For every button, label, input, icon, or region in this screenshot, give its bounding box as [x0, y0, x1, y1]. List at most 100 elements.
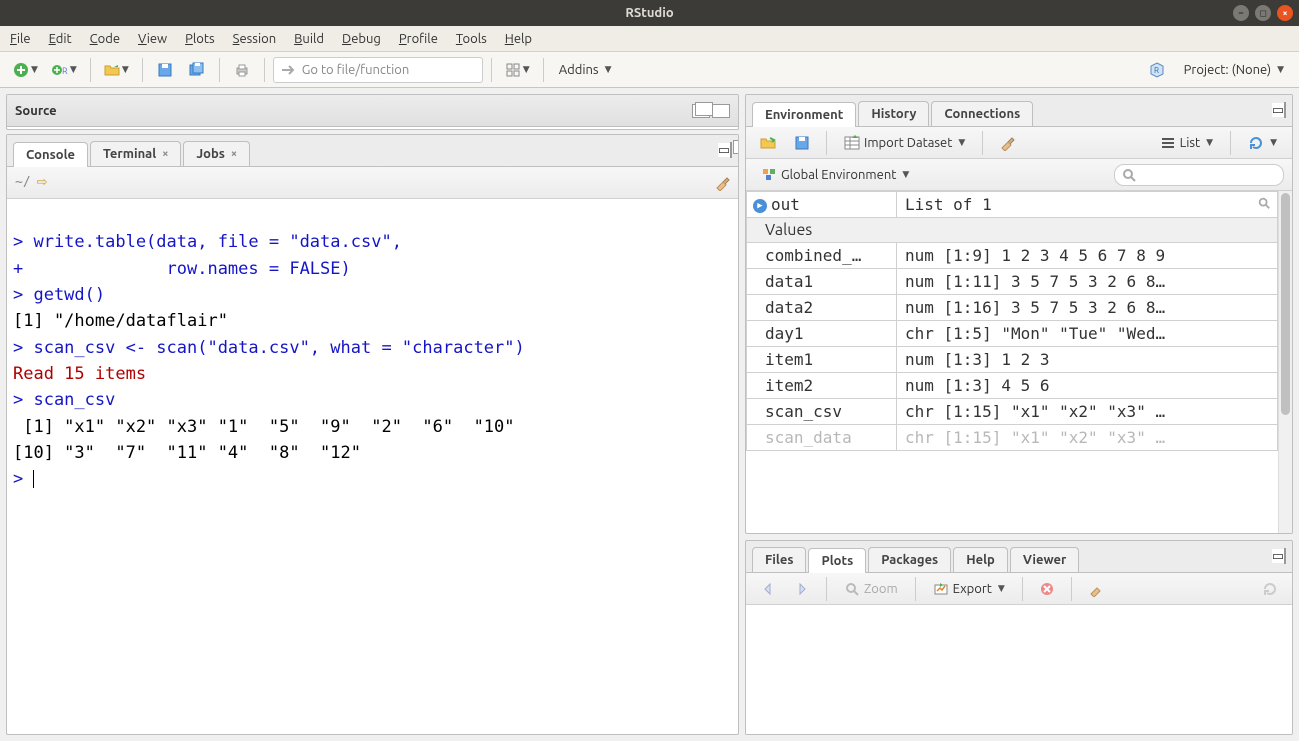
- console-minimize-icon[interactable]: ▭: [718, 143, 730, 157]
- env-row[interactable]: data1num [1:11] 3 5 7 5 3 2 6 8…: [747, 269, 1278, 295]
- plot-prev-button[interactable]: [754, 575, 782, 603]
- console-layout-icon[interactable]: [730, 142, 732, 158]
- open-wd-icon[interactable]: ⇨: [37, 175, 48, 190]
- tab-files-label: Files: [765, 553, 793, 567]
- save-button[interactable]: [151, 56, 179, 84]
- menu-tools[interactable]: Tools: [456, 32, 487, 46]
- svg-text:R: R: [1154, 66, 1159, 75]
- view-list-label: List: [1180, 136, 1201, 150]
- menubar: File Edit Code View Plots Session Build …: [0, 26, 1299, 52]
- clear-env-brush-icon[interactable]: [993, 129, 1021, 157]
- plus-r-icon: R: [52, 62, 68, 78]
- tab-history-label: History: [871, 107, 916, 121]
- print-icon: [234, 62, 250, 78]
- menu-debug[interactable]: Debug: [342, 32, 381, 46]
- tab-files[interactable]: Files: [752, 547, 806, 572]
- load-workspace-button[interactable]: [754, 129, 782, 157]
- env-row[interactable]: scan_datachr [1:15] "x1" "x2" "x3" …: [747, 425, 1278, 451]
- import-grid-icon: [844, 135, 860, 151]
- menu-help[interactable]: Help: [505, 32, 532, 46]
- clear-console-brush-icon[interactable]: [714, 175, 730, 191]
- minimize-button[interactable]: –: [1233, 5, 1249, 21]
- env-search[interactable]: [1114, 164, 1284, 186]
- tab-connections[interactable]: Connections: [931, 101, 1033, 126]
- plot-next-button[interactable]: [788, 575, 816, 603]
- tab-history[interactable]: History: [858, 101, 929, 126]
- env-tabs: Environment History Connections ▭: [746, 95, 1292, 127]
- env-row-out[interactable]: ▶out List of 1: [747, 192, 1278, 218]
- tab-console[interactable]: Console: [13, 142, 88, 167]
- menu-code[interactable]: Code: [90, 32, 120, 46]
- env-row[interactable]: day1chr [1:5] "Mon" "Tue" "Wed…: [747, 321, 1278, 347]
- tab-jobs[interactable]: Jobs ×: [183, 141, 250, 166]
- env-row[interactable]: scan_csvchr [1:15] "x1" "x2" "x3" …: [747, 399, 1278, 425]
- remove-plot-button[interactable]: [1033, 575, 1061, 603]
- plots-toolbar: Zoom Export ▼: [746, 573, 1292, 605]
- import-dataset-dropdown[interactable]: Import Dataset ▼: [837, 131, 972, 155]
- source-title: Source: [15, 104, 57, 118]
- tab-environment[interactable]: Environment: [752, 102, 856, 127]
- save-workspace-button[interactable]: [788, 129, 816, 157]
- expand-icon[interactable]: ▶: [753, 199, 767, 213]
- tab-plots[interactable]: Plots: [808, 548, 866, 573]
- open-file-button[interactable]: ▼: [99, 56, 134, 84]
- plots-maximize-icon[interactable]: [1284, 548, 1286, 564]
- global-env-label: Global Environment: [781, 168, 896, 182]
- console-output[interactable]: > write.table(data, file = "data.csv", +…: [7, 199, 738, 734]
- menu-view[interactable]: View: [138, 32, 167, 46]
- arrow-left-icon: [760, 581, 776, 597]
- env-minimize-icon[interactable]: ▭: [1272, 103, 1284, 117]
- menu-plots[interactable]: Plots: [185, 32, 215, 46]
- zoom-button[interactable]: Zoom: [837, 577, 905, 601]
- export-dropdown[interactable]: Export ▼: [926, 577, 1012, 601]
- env-maximize-icon[interactable]: [1284, 102, 1286, 118]
- refresh-button[interactable]: ▼: [1241, 131, 1284, 155]
- menu-session[interactable]: Session: [233, 32, 276, 46]
- source-expand-windows-icon[interactable]: [692, 104, 710, 118]
- plots-minimize-icon[interactable]: ▭: [1272, 549, 1284, 563]
- refresh-plot-button[interactable]: [1256, 575, 1284, 603]
- environment-pane: Environment History Connections ▭: [745, 94, 1293, 534]
- search-icon[interactable]: [1257, 196, 1271, 210]
- print-button[interactable]: [228, 56, 256, 84]
- close-icon[interactable]: ×: [231, 148, 237, 160]
- grid-button[interactable]: ▼: [500, 56, 535, 84]
- save-all-button[interactable]: [183, 56, 211, 84]
- new-project-button[interactable]: R ▼: [47, 56, 82, 84]
- tab-help[interactable]: Help: [953, 547, 1008, 572]
- tab-viewer[interactable]: Viewer: [1010, 547, 1080, 572]
- folder-open-icon: [104, 62, 120, 78]
- env-row[interactable]: item2num [1:3] 4 5 6: [747, 373, 1278, 399]
- goto-placeholder: Go to file/function: [302, 63, 409, 77]
- project-dropdown[interactable]: Project: (None) ▼: [1177, 59, 1291, 81]
- tab-environment-label: Environment: [765, 108, 843, 122]
- project-r-icon[interactable]: R: [1143, 56, 1171, 84]
- clear-plots-brush-icon[interactable]: [1082, 575, 1110, 603]
- source-maximize-icon[interactable]: [712, 104, 730, 118]
- console-path-bar: ~/ ⇨: [7, 167, 738, 199]
- menu-file[interactable]: File: [10, 32, 31, 46]
- menu-profile[interactable]: Profile: [399, 32, 438, 46]
- global-env-dropdown[interactable]: Global Environment ▼: [754, 163, 916, 187]
- tab-packages[interactable]: Packages: [868, 547, 951, 572]
- env-scroll-thumb[interactable]: [1281, 193, 1290, 415]
- new-file-button[interactable]: ▼: [8, 56, 43, 84]
- tab-connections-label: Connections: [944, 107, 1020, 121]
- menu-edit[interactable]: Edit: [49, 32, 72, 46]
- refresh-icon: [1248, 135, 1264, 151]
- env-row[interactable]: combined_…num [1:9] 1 2 3 4 5 6 7 8 9: [747, 243, 1278, 269]
- env-row[interactable]: data2num [1:16] 3 5 7 5 3 2 6 8…: [747, 295, 1278, 321]
- view-list-dropdown[interactable]: List ▼: [1153, 131, 1220, 155]
- close-button[interactable]: ×: [1277, 5, 1293, 21]
- env-scrollbar[interactable]: [1278, 191, 1292, 533]
- addins-dropdown[interactable]: Addins ▼: [552, 59, 619, 81]
- r-cube-icon: R: [1149, 62, 1165, 78]
- menu-build[interactable]: Build: [294, 32, 324, 46]
- search-icon: [1121, 167, 1137, 183]
- goto-file-function[interactable]: Go to file/function: [273, 57, 483, 83]
- env-values-header: Values: [747, 218, 1278, 243]
- maximize-button[interactable]: ◻: [1255, 5, 1271, 21]
- env-row[interactable]: item1num [1:3] 1 2 3: [747, 347, 1278, 373]
- close-icon[interactable]: ×: [162, 148, 168, 160]
- tab-terminal[interactable]: Terminal ×: [90, 141, 181, 166]
